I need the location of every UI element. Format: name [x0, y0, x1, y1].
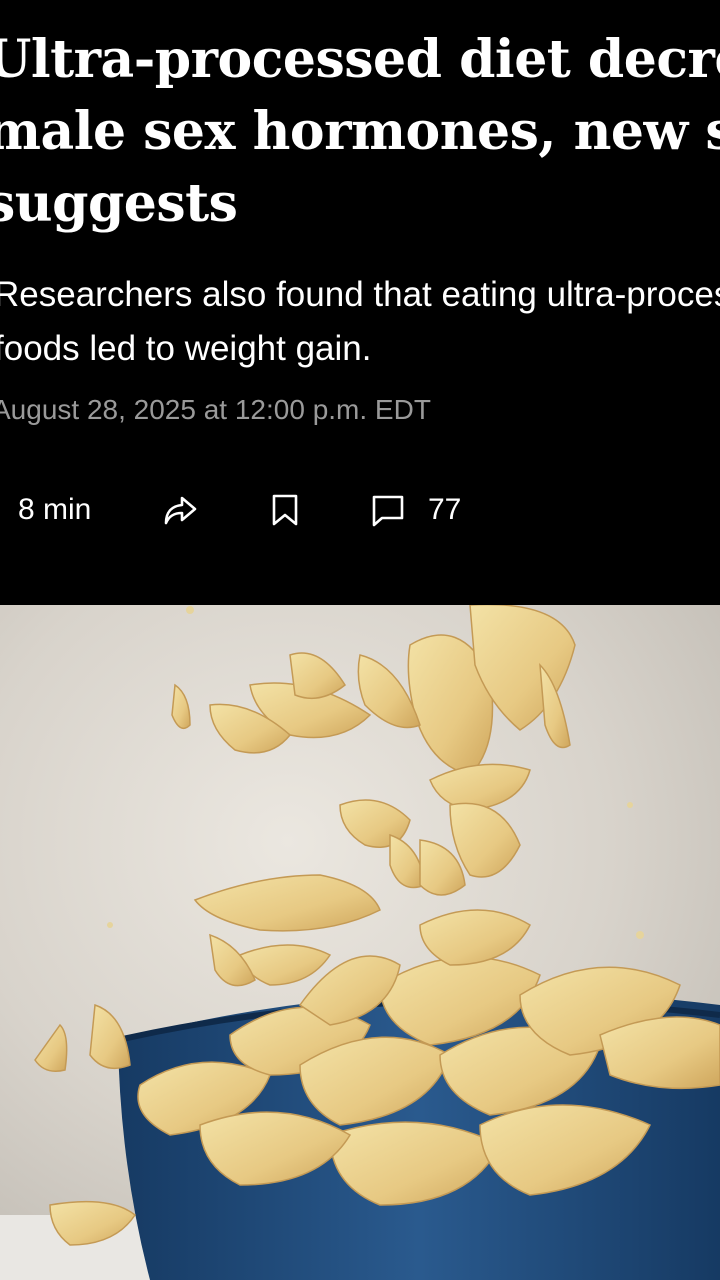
share-arrow-icon — [160, 490, 200, 530]
article-toolbar: 8 min 77 — [0, 482, 720, 538]
read-time: 8 min — [18, 482, 91, 538]
headline-line: Ultra-processed diet decreases — [0, 29, 720, 90]
publish-timestamp: August 28, 2025 at 12:00 p.m. EDT — [0, 394, 431, 425]
comment-bubble-icon — [368, 490, 408, 530]
article-screen: Ultra-processed diet decreases male sex … — [0, 0, 720, 1280]
dek-line: foods led to weight gain. — [0, 329, 372, 368]
headline-line: male sex hormones, new study — [0, 101, 720, 162]
comments-button[interactable]: 77 — [368, 482, 461, 538]
dek: Researchers also found that eating ultra… — [0, 268, 720, 376]
headline-line: suggests — [0, 173, 238, 234]
save-button[interactable] — [268, 482, 302, 538]
article-header: Ultra-processed diet decreases male sex … — [0, 0, 720, 605]
headline: Ultra-processed diet decreases male sex … — [0, 24, 720, 240]
comments-count: 77 — [428, 493, 462, 526]
article-hero-image — [0, 605, 720, 1280]
share-button[interactable] — [160, 482, 200, 538]
bookmark-icon — [268, 490, 302, 530]
chips-bowl-illustration — [0, 605, 720, 1280]
read-time-label: 8 min — [18, 493, 92, 526]
dek-line: Researchers also found that eating ultra… — [0, 275, 720, 314]
